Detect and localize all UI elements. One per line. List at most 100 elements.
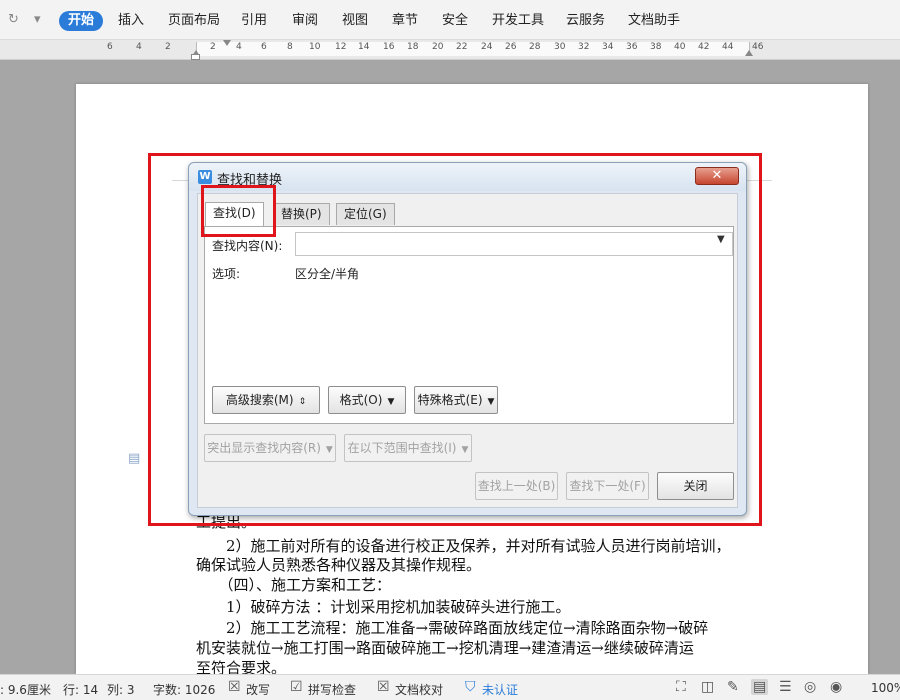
ruler-tick: 46 [752, 42, 764, 52]
ribbon-menu-bar: ↻ ▾ 开始 插入 页面布局 引用 审阅 视图 章节 安全 开发工具 云服务 文… [0, 0, 900, 40]
ruler-tick: 44 [722, 42, 734, 52]
tab-doc-assistant[interactable]: 文档助手 [628, 11, 680, 31]
format-label: 格式(O) [339, 393, 383, 407]
ruler-tick: 4 [136, 42, 142, 52]
ruler-tick: 8 [287, 42, 293, 52]
tab-start[interactable]: 开始 [59, 11, 104, 31]
options-label: 选项: [212, 267, 241, 281]
find-in-range-label: 在以下范围中查找(I) [347, 441, 457, 455]
status-position: : 9.6厘米 [0, 683, 51, 697]
quick-access-dropdown-icon[interactable]: ▾ [34, 12, 41, 27]
pen-icon[interactable]: ✎ [727, 679, 739, 695]
tab-page-layout[interactable]: 页面布局 [168, 11, 220, 31]
document-paragraph[interactable]: 2）施工工艺流程：施工准备→需破碎路面放线定位→清除路面杂物→破碎 [196, 618, 708, 638]
document-paragraph[interactable]: 2）施工前对所有的设备进行校正及保养，并对所有试验人员进行岗前培训， [196, 536, 731, 556]
tab-security[interactable]: 安全 [442, 11, 468, 31]
ruler-tick: 28 [529, 42, 541, 52]
ruler-tick: 14 [358, 42, 370, 52]
ruler-tick: 2 [210, 42, 216, 52]
tab-insert[interactable]: 插入 [118, 11, 144, 31]
ruler-tick: 40 [674, 42, 686, 52]
tab-cloud[interactable]: 云服务 [566, 11, 605, 31]
right-indent-marker[interactable] [745, 50, 753, 56]
document-paragraph[interactable]: 1）破碎方法 ：计划采用挖机加装破碎头进行施工。 [196, 597, 570, 617]
status-proofread[interactable]: 文档校对 [395, 681, 443, 698]
ruler-tick: 24 [481, 42, 493, 52]
dialog-body: 查找(D) 替换(P) 定位(G) 查找内容(N): ▼ 选项: 区分全/半角 … [197, 193, 738, 508]
document-paragraph[interactable]: 确保试验人员熟悉各种仪器及其操作规程。 [196, 555, 481, 575]
tab-view[interactable]: 视图 [342, 11, 368, 31]
first-line-indent-marker[interactable] [223, 40, 231, 46]
ruler-tick: 22 [456, 42, 468, 52]
ruler-tick: 38 [650, 42, 662, 52]
page-view-icon[interactable]: ▤ [751, 679, 769, 695]
tab-find[interactable]: 查找(D) [205, 202, 264, 226]
caret-down-icon: ▼ [461, 445, 469, 455]
ruler-tick: 6 [261, 42, 267, 52]
ruler-tick: 10 [309, 42, 321, 52]
ruler-tick: 20 [432, 42, 444, 52]
tab-replace[interactable]: 替换(P) [273, 203, 330, 225]
outline-view-icon[interactable]: ☰ [779, 679, 792, 695]
ruler-tick: 2 [165, 42, 171, 52]
status-bar: : 9.6厘米 行: 14 列: 3 字数: 1026 ☒ 改写 ☑ 拼写检查 … [0, 674, 900, 700]
ruler-text-area [196, 42, 750, 56]
ruler-tick: 4 [236, 42, 242, 52]
left-indent-marker[interactable] [191, 54, 200, 60]
dialog-close-button[interactable]: ✕ [695, 167, 739, 185]
find-in-range-button[interactable]: 在以下范围中查找(I) ▼ [344, 434, 472, 462]
special-format-button[interactable]: 特殊格式(E) ▼ [414, 386, 498, 414]
zoom-level[interactable]: 100% [871, 681, 900, 695]
find-history-dropdown-icon[interactable]: ▼ [717, 234, 725, 245]
dialog-title-bar[interactable]: W 查找和替换 ✕ [189, 163, 746, 191]
web-view-icon[interactable]: ◎ [804, 679, 816, 695]
dialog-title: 查找和替换 [217, 173, 283, 188]
caret-down-icon: ▼ [325, 445, 333, 455]
options-value: 区分全/半角 [295, 267, 360, 281]
advanced-search-button[interactable]: 高级搜索(M) ⇕ [212, 386, 320, 414]
tab-review[interactable]: 审阅 [292, 11, 318, 31]
document-paragraph[interactable]: 机安装就位→施工打围→路面破碎施工→挖机清理→建渣清运→继续破碎清运 [196, 638, 694, 658]
paragraph-layout-icon[interactable]: ▤ [128, 451, 140, 466]
ruler-tick: 36 [626, 42, 638, 52]
close-button[interactable]: 关闭 [657, 472, 734, 500]
horizontal-ruler[interactable]: 6 4 2 2 4 6 8 10 12 14 16 18 20 22 24 26… [0, 40, 900, 60]
spellcheck-icon: ☑ [290, 679, 303, 695]
caret-down-icon: ▼ [487, 397, 495, 407]
ruler-tick: 26 [505, 42, 517, 52]
eye-protection-icon[interactable]: ◉ [830, 679, 842, 695]
find-content-label: 查找内容(N): [212, 239, 283, 253]
status-spellcheck[interactable]: 拼写检查 [308, 681, 356, 698]
ruler-tick: 16 [383, 42, 395, 52]
tab-developer[interactable]: 开发工具 [492, 11, 544, 31]
status-unverified[interactable]: 未认证 [482, 681, 518, 698]
fullscreen-icon[interactable]: ⛶ [676, 679, 686, 695]
find-next-button[interactable]: 查找下一处(F) [566, 472, 649, 500]
highlight-results-label: 突出显示查找内容(R) [207, 441, 321, 455]
overwrite-checkbox-icon: ☒ [228, 679, 241, 695]
ruler-tick: 42 [698, 42, 710, 52]
tab-references[interactable]: 引用 [241, 11, 267, 31]
find-content-input[interactable] [295, 232, 733, 256]
status-column: 列: 3 [107, 683, 135, 697]
redo-icon[interactable]: ↻ [8, 12, 19, 27]
advanced-search-label: 高级搜索(M) [225, 393, 294, 407]
reading-mode-icon[interactable]: ◫ [701, 679, 714, 695]
status-overwrite[interactable]: 改写 [246, 681, 270, 698]
format-button[interactable]: 格式(O) ▼ [328, 386, 406, 414]
ruler-tick: 32 [578, 42, 590, 52]
ruler-tick: 6 [107, 42, 113, 52]
ruler-tick: 34 [602, 42, 614, 52]
ruler-tick: 12 [335, 42, 347, 52]
ruler-tick: 30 [554, 42, 566, 52]
status-word-count[interactable]: 字数: 1026 [153, 681, 215, 698]
find-previous-button[interactable]: 查找上一处(B) [475, 472, 558, 500]
find-replace-dialog: W 查找和替换 ✕ 查找(D) 替换(P) 定位(G) 查找内容(N): ▼ 选… [188, 162, 747, 516]
proofread-icon: ☒ [377, 679, 390, 695]
highlight-results-button[interactable]: 突出显示查找内容(R) ▼ [204, 434, 336, 462]
tab-goto[interactable]: 定位(G) [336, 203, 395, 225]
tab-chapter[interactable]: 章节 [392, 11, 418, 31]
special-format-label: 特殊格式(E) [417, 393, 483, 407]
document-paragraph[interactable]: （四）、施工方案和工艺： [196, 575, 391, 595]
shield-icon: ⛉ [465, 679, 476, 695]
